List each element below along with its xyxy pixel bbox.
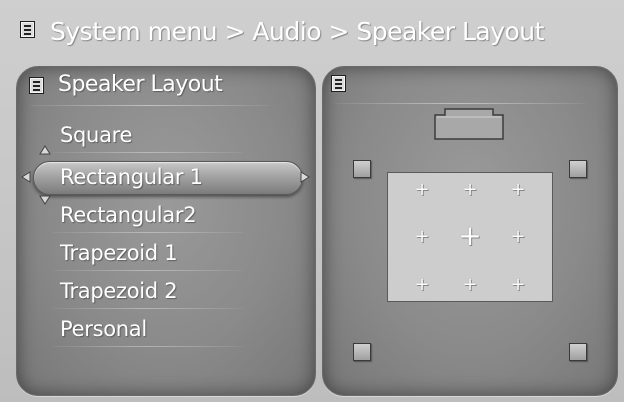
speaker-layout-list-panel: Speaker Layout Square Rectangular 1 Rect…	[16, 66, 316, 396]
panel-title: Speaker Layout	[58, 72, 223, 97]
listener-position-marker: +	[458, 219, 482, 252]
arrow-left-icon[interactable]	[21, 171, 31, 183]
listener-marker: +	[414, 274, 430, 295]
menu-icon	[20, 21, 35, 38]
divider	[53, 346, 243, 347]
option-personal[interactable]: Personal	[43, 311, 303, 347]
option-trapezoid-1[interactable]: Trapezoid 1	[43, 235, 303, 271]
speaker-layout-preview-panel: + + + + + + + + +	[322, 66, 618, 396]
front-right-speaker-icon	[569, 160, 587, 178]
listener-marker: +	[462, 274, 478, 295]
divider	[53, 152, 243, 153]
option-label: Trapezoid 2	[60, 279, 178, 303]
divider	[53, 308, 243, 309]
divider	[53, 232, 243, 233]
breadcrumb: System menu > Audio > Speaker Layout	[50, 17, 544, 46]
menu-icon	[331, 75, 346, 92]
menu-icon	[29, 77, 44, 94]
divider	[335, 103, 585, 104]
arrow-right-icon[interactable]	[300, 171, 310, 183]
arrow-down-icon[interactable]	[39, 195, 51, 205]
listener-marker: +	[510, 274, 526, 295]
rear-right-speaker-icon	[569, 343, 587, 361]
option-label: Personal	[60, 317, 147, 341]
rear-left-speaker-icon	[353, 343, 371, 361]
arrow-up-icon[interactable]	[39, 145, 51, 155]
listening-area: + + + + + + + + +	[387, 172, 553, 302]
listener-marker: +	[510, 226, 526, 247]
option-rectangular2[interactable]: Rectangular2	[43, 197, 303, 233]
divider	[29, 105, 269, 106]
option-label: Rectangular 1	[60, 165, 203, 189]
option-rectangular-1[interactable]: Rectangular 1	[43, 159, 303, 195]
option-label: Rectangular2	[60, 203, 197, 227]
divider	[53, 270, 243, 271]
option-trapezoid-2[interactable]: Trapezoid 2	[43, 273, 303, 309]
listener-marker: +	[510, 179, 526, 200]
option-label: Trapezoid 1	[60, 241, 178, 265]
listener-marker: +	[414, 179, 430, 200]
option-square[interactable]: Square	[43, 117, 303, 153]
header: System menu > Audio > Speaker Layout	[14, 12, 614, 52]
listener-marker: +	[462, 179, 478, 200]
option-label: Square	[60, 123, 133, 147]
screen: System menu > Audio > Speaker Layout Spe…	[0, 0, 624, 402]
listener-marker: +	[414, 226, 430, 247]
front-left-speaker-icon	[353, 160, 371, 178]
center-speaker-icon	[434, 108, 504, 140]
